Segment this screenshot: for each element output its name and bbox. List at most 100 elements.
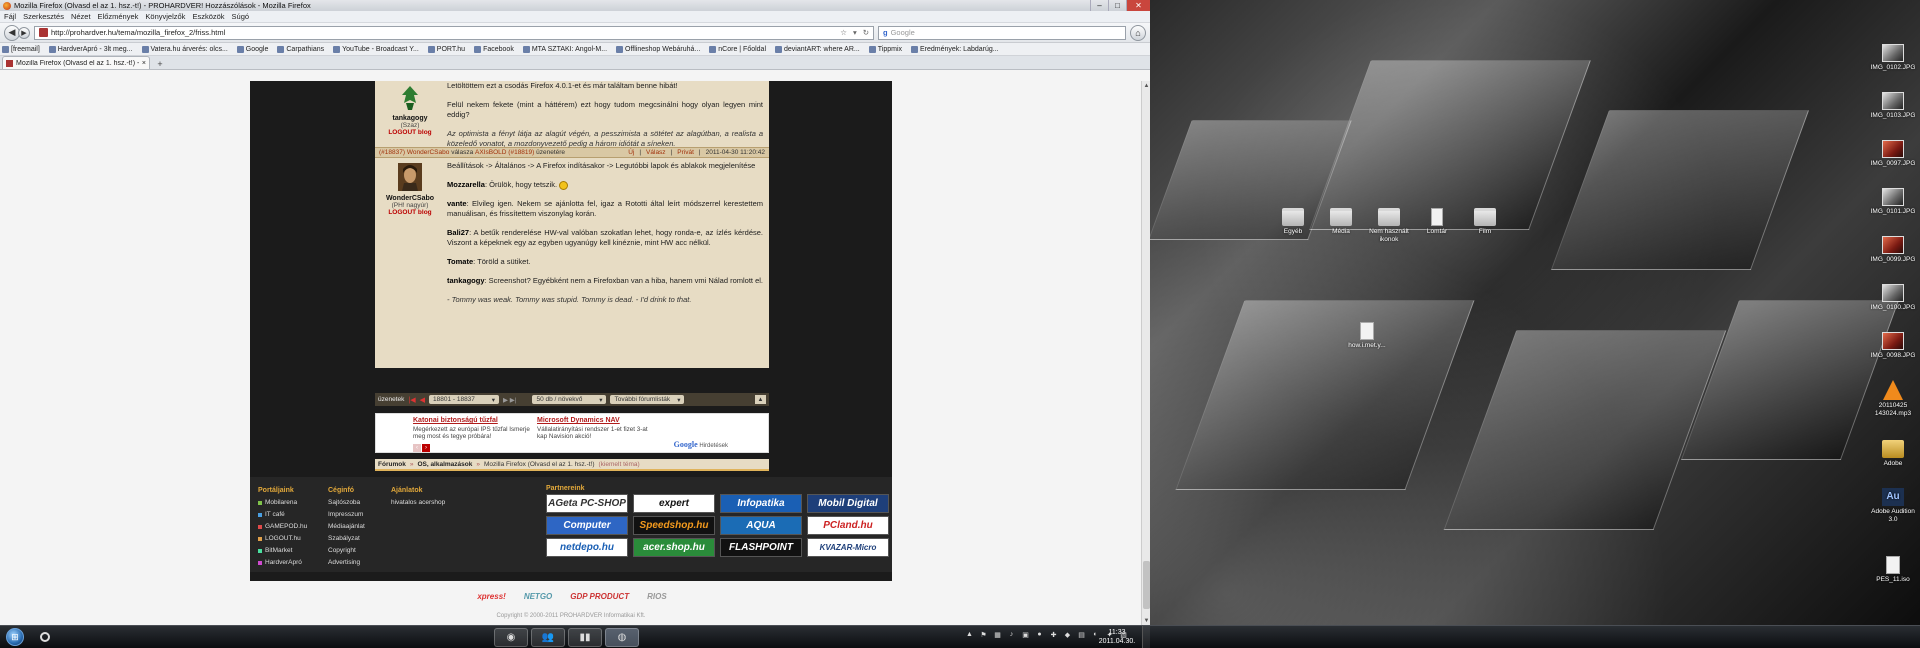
menu-history[interactable]: Előzmények — [98, 12, 139, 21]
author-link[interactable]: WonderCSabo — [407, 149, 450, 156]
footer-link[interactable]: Advertising — [328, 557, 365, 569]
brand-logo[interactable]: xpress! — [477, 592, 505, 601]
new-link[interactable]: Új — [628, 149, 634, 156]
reload-icon[interactable]: ↻ — [863, 28, 869, 37]
tray-icon[interactable]: ▲ — [965, 630, 974, 639]
desktop-folder[interactable]: Egyéb — [1270, 208, 1316, 236]
desktop-file[interactable]: how.i.met.y... — [1344, 322, 1390, 350]
footer-link[interactable]: BitMarket — [258, 545, 307, 557]
bookmark-item[interactable]: nCore | Főoldal — [709, 45, 766, 53]
desktop-icon[interactable]: IMG_0102.JPG — [1870, 44, 1916, 72]
show-desktop-button[interactable] — [1142, 626, 1150, 648]
maximize-button[interactable]: □ — [1108, 0, 1126, 11]
desktop-folder[interactable]: Nem használt ikonok — [1366, 208, 1412, 243]
ad-title[interactable]: Microsoft Dynamics NAV — [537, 417, 657, 425]
tray-icon[interactable]: ● — [1035, 630, 1044, 639]
footer-link[interactable]: Mobilarena — [258, 497, 307, 509]
bookmark-item[interactable]: YouTube - Broadcast Y... — [333, 45, 419, 53]
partner-logo[interactable]: Infopatika — [720, 494, 802, 513]
desktop-icon[interactable]: IMG_0098.JPG — [1870, 332, 1916, 360]
menu-bookmarks[interactable]: Könyvjelzők — [145, 12, 185, 21]
bookmark-item[interactable]: Tippmix — [868, 45, 902, 53]
footer-link[interactable]: LOGOUT.hu — [258, 533, 307, 545]
author-blog-link[interactable]: LOGOUT blog — [375, 129, 445, 136]
brand-logo[interactable]: GDP PRODUCT — [570, 592, 629, 601]
partner-logo[interactable]: KVAZAR-Micro — [807, 538, 889, 557]
author-nickname[interactable]: tankagogy — [375, 115, 445, 122]
search-box[interactable]: g Google — [878, 25, 1126, 40]
target-ref-link[interactable]: (#18819) — [508, 149, 534, 156]
volume-icon[interactable]: ♪ — [1007, 630, 1016, 639]
ad-item[interactable]: Microsoft Dynamics NAV Vállalatirányítás… — [537, 417, 657, 441]
network-icon[interactable]: ▦ — [993, 630, 1002, 639]
bookmark-item[interactable]: MTA SZTAKI: Angol-M... — [522, 45, 607, 53]
footer-link[interactable]: Copyright — [328, 545, 365, 557]
taskbar-app-icon[interactable]: ◉ — [494, 628, 528, 647]
partner-logo[interactable]: Mobil Digital — [807, 494, 889, 513]
desktop-icon[interactable]: IMG_0097.JPG — [1870, 140, 1916, 168]
brand-logo[interactable]: RIOS — [647, 592, 667, 601]
author-blog-link[interactable]: LOGOUT blog — [375, 209, 445, 216]
flag-icon[interactable]: ⚑ — [979, 630, 988, 639]
footer-link[interactable]: HardverApró — [258, 557, 307, 569]
ad-title[interactable]: Katonai biztonságú tűzfal — [413, 417, 533, 425]
reply-link[interactable]: Válasz — [646, 149, 666, 156]
brand-logo[interactable]: NETGO — [524, 592, 552, 601]
taskbar-app-icon[interactable]: 👥 — [531, 628, 565, 647]
private-link[interactable]: Privát — [677, 149, 694, 156]
home-button[interactable]: ⌂ — [1130, 24, 1146, 41]
bookmark-item[interactable]: Facebook — [474, 45, 514, 53]
menu-file[interactable]: Fájl — [4, 12, 16, 21]
partner-logo[interactable]: expert — [633, 494, 715, 513]
dropdown-icon[interactable]: ▾ — [853, 28, 857, 37]
scroll-top-button[interactable]: ▲ — [755, 395, 766, 404]
clock[interactable]: 11:33 2011.04.30. — [1096, 628, 1138, 646]
tray-icon[interactable]: ✚ — [1049, 630, 1058, 639]
desktop-folder[interactable]: Média — [1318, 208, 1364, 236]
bookmark-item[interactable]: Offlineshop Webáruhá... — [616, 45, 700, 53]
bookmark-item[interactable]: PORT.hu — [427, 45, 465, 53]
gadget-icon[interactable] — [40, 632, 50, 642]
post-ref-link[interactable]: (#18837) — [379, 149, 405, 156]
scroll-down-icon[interactable]: ▼ — [1142, 616, 1150, 625]
breadcrumb-forums[interactable]: Fórumok — [378, 461, 406, 468]
bookmark-item[interactable]: HardverApró - 3lt meg... — [48, 45, 133, 53]
tray-icon[interactable]: ▤ — [1077, 630, 1086, 639]
desktop-folder[interactable]: Film — [1462, 208, 1508, 236]
menu-view[interactable]: Nézet — [71, 12, 91, 21]
partner-logo[interactable]: Speedshop.hu — [633, 516, 715, 535]
address-bar[interactable]: http://prohardver.hu/tema/mozilla_firefo… — [34, 25, 874, 40]
close-button[interactable]: ✕ — [1126, 0, 1150, 11]
menu-help[interactable]: Súgó — [232, 12, 250, 21]
new-tab-button[interactable]: + — [153, 58, 167, 69]
bookmark-item[interactable]: Google — [236, 45, 268, 53]
desktop-icon[interactable]: IMG_0100.JPG — [1870, 284, 1916, 312]
forum-list-select[interactable]: További fórumlisták ▾ — [610, 395, 685, 404]
breadcrumb-category[interactable]: OS, alkalmazások — [417, 461, 472, 468]
page-range-select[interactable]: 18801 - 18837 ▾ — [428, 395, 499, 404]
taskbar-firefox-icon[interactable]: ◍ — [605, 628, 639, 647]
desktop-icon[interactable]: IMG_0101.JPG — [1870, 188, 1916, 216]
tab-close-icon[interactable]: × — [142, 60, 146, 67]
desktop-icon[interactable]: 20110425 143024.mp3 — [1870, 380, 1916, 417]
bookmark-star-icon[interactable]: ☆ — [840, 28, 847, 37]
footer-link[interactable]: Sajtószoba — [328, 497, 365, 509]
taskbar-app-icon[interactable]: ▮▮ — [568, 628, 602, 647]
ad-prev-icon[interactable]: ‹ — [413, 444, 421, 452]
tray-icon[interactable]: ◆ — [1063, 630, 1072, 639]
desktop-icon[interactable]: Adobe — [1870, 440, 1916, 468]
partner-logo[interactable]: netdepo.hu — [546, 538, 628, 557]
bookmark-item[interactable]: [freemail] — [2, 45, 40, 53]
start-button[interactable]: ⊞ — [6, 628, 24, 646]
partner-logo[interactable]: Computer — [546, 516, 628, 535]
partner-logo[interactable]: AQUA — [720, 516, 802, 535]
minimize-button[interactable]: – — [1090, 0, 1108, 11]
scrollbar-thumb[interactable] — [1143, 561, 1150, 609]
footer-link[interactable]: GAMEPOD.hu — [258, 521, 307, 533]
desktop-icon[interactable]: PES_11.iso — [1870, 556, 1916, 584]
first-page-icon[interactable]: |◀ — [408, 396, 415, 404]
partner-logo[interactable]: FLASHPOINT — [720, 538, 802, 557]
avatar[interactable] — [398, 83, 422, 111]
page-scrollbar[interactable]: ▲ ▼ — [1141, 81, 1150, 625]
menu-tools[interactable]: Eszközök — [192, 12, 224, 21]
